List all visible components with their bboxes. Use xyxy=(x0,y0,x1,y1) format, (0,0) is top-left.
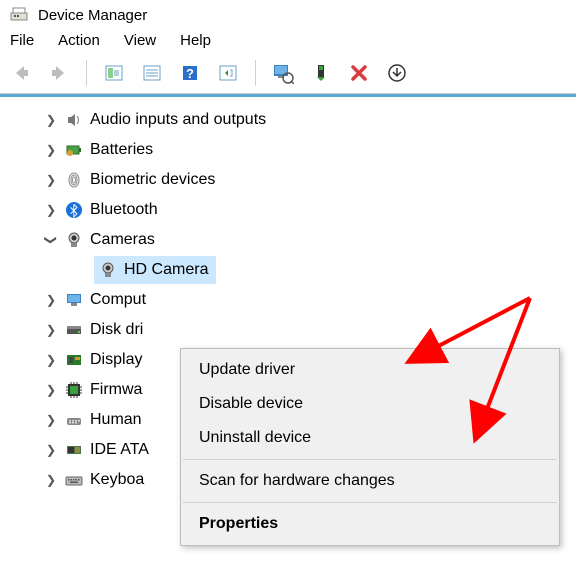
window-title: Device Manager xyxy=(38,7,147,24)
disable-device-button[interactable] xyxy=(344,59,374,87)
tree-label: HD Camera xyxy=(124,261,208,279)
tree-label: Disk dri xyxy=(90,321,143,339)
chevron-right-icon[interactable]: ❯ xyxy=(44,113,58,127)
tree-label: IDE ATA xyxy=(90,441,149,459)
context-menu-disable-device[interactable]: Disable device xyxy=(181,387,559,421)
actions-button[interactable] xyxy=(382,59,412,87)
tree-label: Display xyxy=(90,351,142,369)
menubar: File Action View Help xyxy=(0,28,576,55)
menu-view[interactable]: View xyxy=(124,32,156,49)
chevron-down-icon[interactable]: ❯ xyxy=(44,233,58,247)
tree-node-biometric[interactable]: ❯ Biometric devices xyxy=(44,165,576,195)
chevron-right-icon[interactable]: ❯ xyxy=(44,413,58,427)
svg-text:?: ? xyxy=(186,66,194,81)
context-menu-update-driver[interactable]: Update driver xyxy=(181,353,559,387)
tree-node-audio[interactable]: ❯ Audio inputs and outputs xyxy=(44,105,576,135)
battery-icon xyxy=(64,141,84,159)
tree-label: Firmwa xyxy=(90,381,142,399)
app-icon xyxy=(10,6,28,24)
back-button xyxy=(6,59,36,87)
tree-label: Biometric devices xyxy=(90,171,215,189)
forward-button xyxy=(44,59,74,87)
menu-action[interactable]: Action xyxy=(58,32,100,49)
context-menu: Update driver Disable device Uninstall d… xyxy=(180,348,560,546)
keyboard-icon xyxy=(64,471,84,489)
tree-node-cameras[interactable]: ❯ Cameras xyxy=(44,225,576,255)
tree-node-bluetooth[interactable]: ❯ Bluetooth xyxy=(44,195,576,225)
chevron-right-icon[interactable]: ❯ xyxy=(44,173,58,187)
tree-label: Batteries xyxy=(90,141,153,159)
menu-help[interactable]: Help xyxy=(180,32,211,49)
monitor-icon xyxy=(64,291,84,309)
hid-icon xyxy=(64,411,84,429)
tree-node-computer[interactable]: ❯ Comput xyxy=(44,285,576,315)
firmware-icon xyxy=(64,381,84,399)
chevron-right-icon[interactable]: ❯ xyxy=(44,473,58,487)
chevron-right-icon[interactable]: ❯ xyxy=(44,143,58,157)
context-menu-scan-hardware[interactable]: Scan for hardware changes xyxy=(181,464,559,498)
list-view-button[interactable] xyxy=(137,59,167,87)
camera-icon xyxy=(98,261,118,279)
fingerprint-icon xyxy=(64,171,84,189)
speaker-icon xyxy=(64,111,84,129)
context-menu-properties[interactable]: Properties xyxy=(181,507,559,541)
chevron-right-icon[interactable]: ❯ xyxy=(44,323,58,337)
tree-label: Keyboa xyxy=(90,471,144,489)
context-menu-uninstall-device[interactable]: Uninstall device xyxy=(181,421,559,455)
display-adapter-icon xyxy=(64,351,84,369)
enable-device-button[interactable] xyxy=(306,59,336,87)
camera-icon xyxy=(64,231,84,249)
tree-node-disk[interactable]: ❯ Disk dri xyxy=(44,315,576,345)
tree-label: Audio inputs and outputs xyxy=(90,111,266,129)
chevron-right-icon[interactable]: ❯ xyxy=(44,203,58,217)
tree-label: Human xyxy=(90,411,142,429)
scan-hardware-button[interactable] xyxy=(213,59,243,87)
separator xyxy=(86,60,87,86)
ide-icon xyxy=(64,441,84,459)
context-menu-separator xyxy=(183,459,557,460)
chevron-right-icon[interactable]: ❯ xyxy=(44,383,58,397)
toolbar: ? xyxy=(0,55,576,94)
tree-node-hd-camera[interactable]: HD Camera xyxy=(74,255,576,285)
menu-file[interactable]: File xyxy=(10,32,34,49)
bluetooth-icon xyxy=(64,201,84,219)
tree-label: Bluetooth xyxy=(90,201,158,219)
tree-node-batteries[interactable]: ❯ Batteries xyxy=(44,135,576,165)
chevron-right-icon[interactable]: ❯ xyxy=(44,353,58,367)
disk-icon xyxy=(64,321,84,339)
help-button[interactable]: ? xyxy=(175,59,205,87)
chevron-right-icon[interactable]: ❯ xyxy=(44,293,58,307)
tree-view-button[interactable] xyxy=(99,59,129,87)
chevron-right-icon[interactable]: ❯ xyxy=(44,443,58,457)
tree-label: Comput xyxy=(90,291,146,309)
update-driver-toolbar-button[interactable] xyxy=(268,59,298,87)
separator xyxy=(255,60,256,86)
tree-label: Cameras xyxy=(90,231,155,249)
context-menu-separator xyxy=(183,502,557,503)
